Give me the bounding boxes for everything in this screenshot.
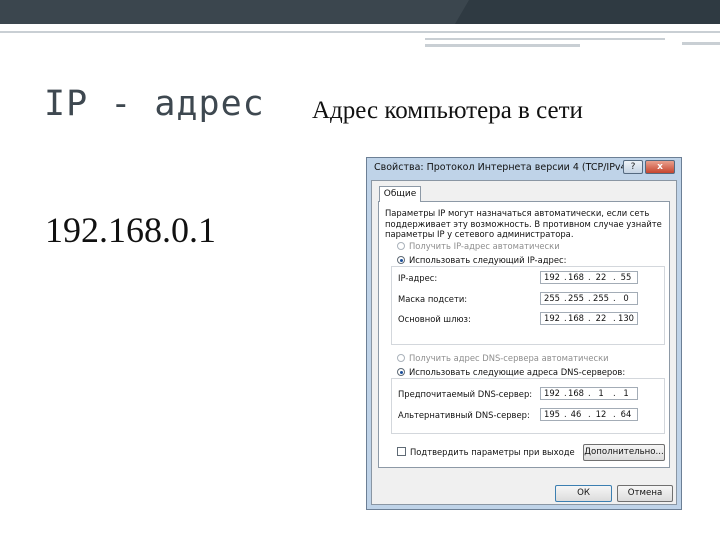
slide-subtitle: Адрес компьютера в сети [312,97,583,124]
dns-octet: 1 [623,388,629,398]
validate-on-exit-label: Подтвердить параметры при выходе [410,447,575,457]
gateway-octet: 22 [595,313,607,323]
cancel-button[interactable]: Отмена [617,485,673,502]
ip-auto-label: Получить IP-адрес автоматически [409,241,560,251]
slide-top-bar-accent [0,0,455,24]
tcpip-properties-dialog: Свойства: Протокол Интернета версии 4 (T… [366,157,682,510]
alternate-dns-label: Альтернативный DNS-сервер: [398,410,530,420]
subnet-mask-label: Маска подсети: [398,294,468,304]
dialog-description: Параметры IP могут назначаться автоматич… [385,208,662,239]
alternate-dns-field[interactable]: 195 . 46 . 12 . 64 [540,408,638,421]
slide-decor-line [682,42,720,45]
dns-octet: 1 [598,388,604,398]
ok-button[interactable]: ОК [555,485,612,502]
gateway-field[interactable]: 192 . 168 . 22 . 130 [540,312,638,325]
ip-manual-radio[interactable] [397,256,405,264]
dns-auto-label: Получить адрес DNS-сервера автоматически [409,353,609,363]
slide-decor-line [425,38,665,40]
gateway-octet: 168 [568,313,584,323]
ip-address-field[interactable]: 192 . 168 . 22 . 55 [540,271,638,284]
mask-octet: 255 [568,293,584,303]
dialog-title: Свойства: Протокол Интернета версии 4 (T… [374,162,631,173]
preferred-dns-field[interactable]: 192 . 168 . 1 . 1 [540,387,638,400]
preferred-dns-label: Предпочитаемый DNS-сервер: [398,389,533,399]
ip-octet: 55 [620,272,632,282]
help-icon[interactable]: ? [623,160,643,174]
dialog-body: Общие Параметры IP могут назначаться авт… [371,180,677,505]
gateway-octet: 130 [618,313,634,323]
dns-octet: 12 [595,409,607,419]
mask-octet: 255 [593,293,609,303]
ip-address-label: IP-адрес: [398,273,438,283]
dns-octet: 46 [570,409,582,419]
ip-octet: 22 [595,272,607,282]
slide-decor-line [0,31,720,33]
gateway-label: Основной шлюз: [398,314,471,324]
slide-ip-example: 192.168.0.1 [45,210,216,250]
dns-manual-label: Использовать следующие адреса DNS-сервер… [409,367,626,377]
advanced-button[interactable]: Дополнительно... [583,444,665,461]
general-panel: Параметры IP могут назначаться автоматич… [378,201,670,468]
slide-top-bar-notch [455,0,469,24]
dns-auto-radio[interactable] [397,354,405,362]
validate-on-exit-checkbox[interactable] [397,447,406,456]
ip-manual-label: Использовать следующий IP-адрес: [409,255,567,265]
ip-settings-group: IP-адрес: 192 . 168 . 22 . 55 Маска подс… [391,266,665,345]
subnet-mask-field[interactable]: 255 . 255 . 255 . 0 [540,292,638,305]
dns-settings-group: Предпочитаемый DNS-сервер: 192 . 168 . 1… [391,378,665,434]
ip-octet: 168 [568,272,584,282]
tab-general[interactable]: Общие [379,186,421,202]
close-icon[interactable]: x [645,160,675,174]
ip-auto-radio[interactable] [397,242,405,250]
dns-octet: 195 [544,409,560,419]
dns-octet: 64 [620,409,632,419]
slide-title: IP - адрес [44,84,265,124]
gateway-octet: 192 [544,313,560,323]
ip-octet: 192 [544,272,560,282]
slide-decor-line [425,44,580,47]
dns-octet: 192 [544,388,560,398]
mask-octet: 0 [623,293,629,303]
dns-manual-radio[interactable] [397,368,405,376]
dns-octet: 168 [568,388,584,398]
mask-octet: 255 [544,293,560,303]
